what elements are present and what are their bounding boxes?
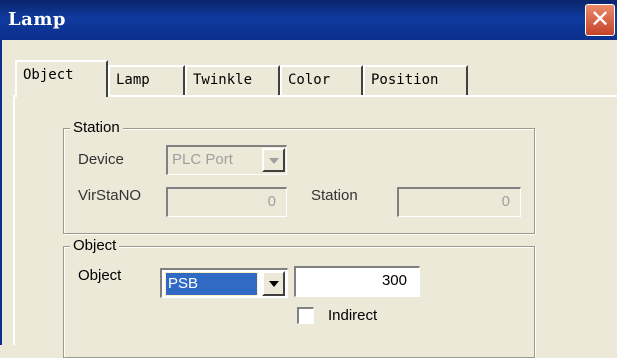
object-label: Object [78,267,122,284]
tab-label: Lamp [116,72,150,88]
tab-lamp[interactable]: Lamp [108,65,185,95]
device-label: Device [78,151,124,168]
object-dropdown-button[interactable] [262,271,285,296]
tab-color[interactable]: Color [280,65,363,95]
station-field: 0 [397,187,521,217]
object-address-input[interactable]: 300 [294,266,420,297]
window-border [0,40,2,345]
tab-position[interactable]: Position [363,65,468,95]
tab-object[interactable]: Object [15,60,108,97]
station-label: Station [311,187,358,204]
object-group-title: Object [70,237,120,254]
tab-label: Twinkle [193,72,253,88]
tab-label: Object [23,67,74,83]
indirect-label: Indirect [328,307,378,324]
title-bar[interactable]: Lamp ✕ [0,0,617,40]
close-button[interactable]: ✕ [585,4,615,36]
virstano-field: 0 [166,187,287,217]
device-select: PLC Port [166,145,287,175]
chevron-down-icon [269,281,279,287]
virstano-label: VirStaNO [78,187,142,204]
device-dropdown-button [262,148,285,172]
tab-twinkle[interactable]: Twinkle [185,65,280,95]
device-value: PLC Port [172,151,233,168]
station-group-title: Station [70,119,123,136]
object-select[interactable]: PSB [160,268,288,298]
window-title: Lamp [8,9,66,30]
tab-label: Position [371,72,439,88]
indirect-checkbox[interactable] [297,307,314,324]
close-icon: ✕ [589,5,611,33]
chevron-down-icon [269,158,279,164]
object-selected-value: PSB [165,272,258,296]
tab-label: Color [288,72,331,88]
